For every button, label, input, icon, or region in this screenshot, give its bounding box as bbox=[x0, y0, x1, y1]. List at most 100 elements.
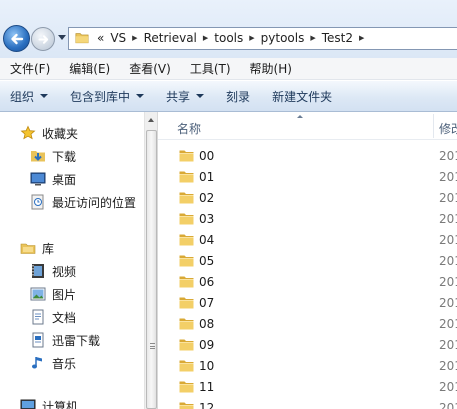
command-button[interactable]: 组织 bbox=[10, 88, 49, 105]
nav-item[interactable]: 最近访问的位置 bbox=[30, 191, 136, 213]
command-button[interactable]: 包含到库中 bbox=[70, 88, 145, 105]
file-row[interactable]: 03 201 bbox=[158, 209, 457, 230]
column-date-modified[interactable]: 修改 bbox=[439, 120, 457, 137]
file-list: 名称 修改 00 201 01 201 02 201 03 201 04 201 05 201 06 20… bbox=[158, 112, 457, 409]
folder-icon bbox=[179, 359, 194, 372]
chevron-right-icon[interactable]: ▶ bbox=[203, 34, 208, 42]
command-label: 新建文件夹 bbox=[272, 89, 333, 104]
nav-item[interactable]: 图片 bbox=[30, 283, 76, 305]
command-label: 刻录 bbox=[226, 89, 251, 104]
download-folder-icon bbox=[30, 148, 46, 164]
command-label: 包含到库中 bbox=[70, 89, 131, 104]
nav-group-star[interactable]: 收藏夹 bbox=[20, 122, 78, 144]
navigation-scrollbar[interactable] bbox=[144, 112, 158, 409]
file-date-modified: 201 bbox=[439, 149, 457, 163]
address-bar-row: « VS ▶ Retrieval ▶ tools ▶ pytools ▶ Test2 ▶ bbox=[0, 0, 457, 58]
file-name: 09 bbox=[199, 338, 215, 352]
folder-icon bbox=[179, 317, 194, 330]
file-name: 07 bbox=[199, 296, 215, 310]
file-row[interactable]: 02 201 bbox=[158, 188, 457, 209]
music-icon bbox=[30, 355, 46, 371]
file-name: 05 bbox=[199, 254, 215, 268]
folder-icon bbox=[179, 149, 194, 162]
chevron-right-icon[interactable]: ▶ bbox=[359, 34, 364, 42]
folder-icon bbox=[179, 233, 194, 246]
command-button[interactable]: 共享 bbox=[166, 88, 205, 105]
navigation-pane: 收藏夹 下载 桌面最近访问的位置库视频图片文档 迅雷下载 音乐计算机 bbox=[0, 112, 144, 409]
menu-item[interactable]: 编辑(E) bbox=[59, 60, 119, 77]
chevron-down-icon bbox=[136, 94, 145, 98]
video-icon bbox=[30, 263, 46, 279]
chevron-right-icon[interactable]: ▶ bbox=[249, 34, 254, 42]
breadcrumb: « VS ▶ Retrieval ▶ tools ▶ pytools ▶ Test2 ▶ bbox=[97, 31, 370, 45]
file-row[interactable]: 08 201 bbox=[158, 314, 457, 335]
command-label: 组织 bbox=[10, 89, 35, 104]
recent-places-icon bbox=[30, 194, 46, 210]
nav-group-computer[interactable]: 计算机 bbox=[20, 395, 78, 409]
breadcrumb-item[interactable]: VS bbox=[110, 31, 126, 45]
nav-item[interactable]: 文档 bbox=[30, 306, 76, 328]
file-name: 11 bbox=[199, 380, 215, 394]
nav-label: 库 bbox=[42, 241, 55, 256]
back-button[interactable] bbox=[3, 25, 30, 52]
file-date-modified: 201 bbox=[439, 401, 457, 409]
breadcrumb-overflow[interactable]: « bbox=[97, 31, 104, 45]
chevron-down-icon bbox=[40, 94, 49, 98]
file-row[interactable]: 12 201 bbox=[158, 398, 457, 409]
file-row[interactable]: 01 201 bbox=[158, 167, 457, 188]
file-name: 03 bbox=[199, 212, 215, 226]
breadcrumb-item[interactable]: pytools bbox=[261, 31, 305, 45]
file-date-modified: 201 bbox=[439, 275, 457, 289]
star-icon bbox=[20, 125, 36, 141]
menu-item[interactable]: 文件(F) bbox=[0, 60, 59, 77]
sort-ascending-icon bbox=[297, 115, 303, 118]
arrow-right-icon bbox=[38, 35, 49, 44]
folder-icon bbox=[75, 33, 89, 44]
menu-item[interactable]: 查看(V) bbox=[119, 60, 180, 77]
file-name: 06 bbox=[199, 275, 215, 289]
file-name: 10 bbox=[199, 359, 215, 373]
command-button[interactable]: 刻录 bbox=[226, 88, 250, 105]
breadcrumb-item[interactable]: tools bbox=[214, 31, 243, 45]
file-row[interactable]: 07 201 bbox=[158, 293, 457, 314]
forward-button[interactable] bbox=[31, 27, 55, 51]
folder-icon bbox=[179, 338, 194, 351]
file-row[interactable]: 10 201 bbox=[158, 356, 457, 377]
column-header: 名称 修改 bbox=[158, 112, 457, 140]
file-row[interactable]: 05 201 bbox=[158, 251, 457, 272]
file-row[interactable]: 11 201 bbox=[158, 377, 457, 398]
column-name[interactable]: 名称 bbox=[177, 120, 201, 137]
xunlei-download-icon bbox=[30, 332, 46, 348]
chevron-right-icon[interactable]: ▶ bbox=[310, 34, 315, 42]
scroll-up-icon[interactable] bbox=[148, 118, 154, 122]
nav-item[interactable]: 音乐 bbox=[30, 352, 76, 374]
file-row[interactable]: 00 201 bbox=[158, 146, 457, 167]
scrollbar-thumb[interactable] bbox=[146, 130, 157, 409]
menu-bar: 文件(F) 编辑(E) 查看(V) 工具(T) 帮助(H) bbox=[0, 58, 457, 80]
nav-item[interactable]: 桌面 bbox=[30, 168, 76, 190]
folder-icon bbox=[179, 254, 194, 267]
chevron-right-icon[interactable]: ▶ bbox=[132, 34, 137, 42]
command-button[interactable]: 新建文件夹 bbox=[272, 88, 332, 105]
file-name: 12 bbox=[199, 401, 215, 409]
grip-icon bbox=[150, 343, 155, 349]
nav-item[interactable]: 迅雷下载 bbox=[30, 329, 100, 351]
breadcrumb-item[interactable]: Retrieval bbox=[144, 31, 197, 45]
nav-group-library[interactable]: 库 bbox=[20, 237, 54, 259]
file-row[interactable]: 06 201 bbox=[158, 272, 457, 293]
menu-item[interactable]: 工具(T) bbox=[180, 60, 240, 77]
file-row[interactable]: 09 201 bbox=[158, 335, 457, 356]
menu-item[interactable]: 帮助(H) bbox=[240, 60, 301, 77]
file-name: 08 bbox=[199, 317, 215, 331]
address-box[interactable]: « VS ▶ Retrieval ▶ tools ▶ pytools ▶ Test2 ▶ bbox=[68, 27, 457, 50]
breadcrumb-item[interactable]: Test2 bbox=[322, 31, 353, 45]
nav-label: 图片 bbox=[52, 287, 77, 302]
nav-item[interactable]: 视频 bbox=[30, 260, 76, 282]
folder-icon bbox=[179, 191, 194, 204]
file-row[interactable]: 04 201 bbox=[158, 230, 457, 251]
nav-item[interactable]: 下载 bbox=[30, 145, 76, 167]
file-date-modified: 201 bbox=[439, 359, 457, 373]
column-divider[interactable] bbox=[433, 114, 434, 138]
nav-label: 最近访问的位置 bbox=[52, 195, 137, 210]
recent-pages-dropdown[interactable] bbox=[58, 35, 66, 40]
